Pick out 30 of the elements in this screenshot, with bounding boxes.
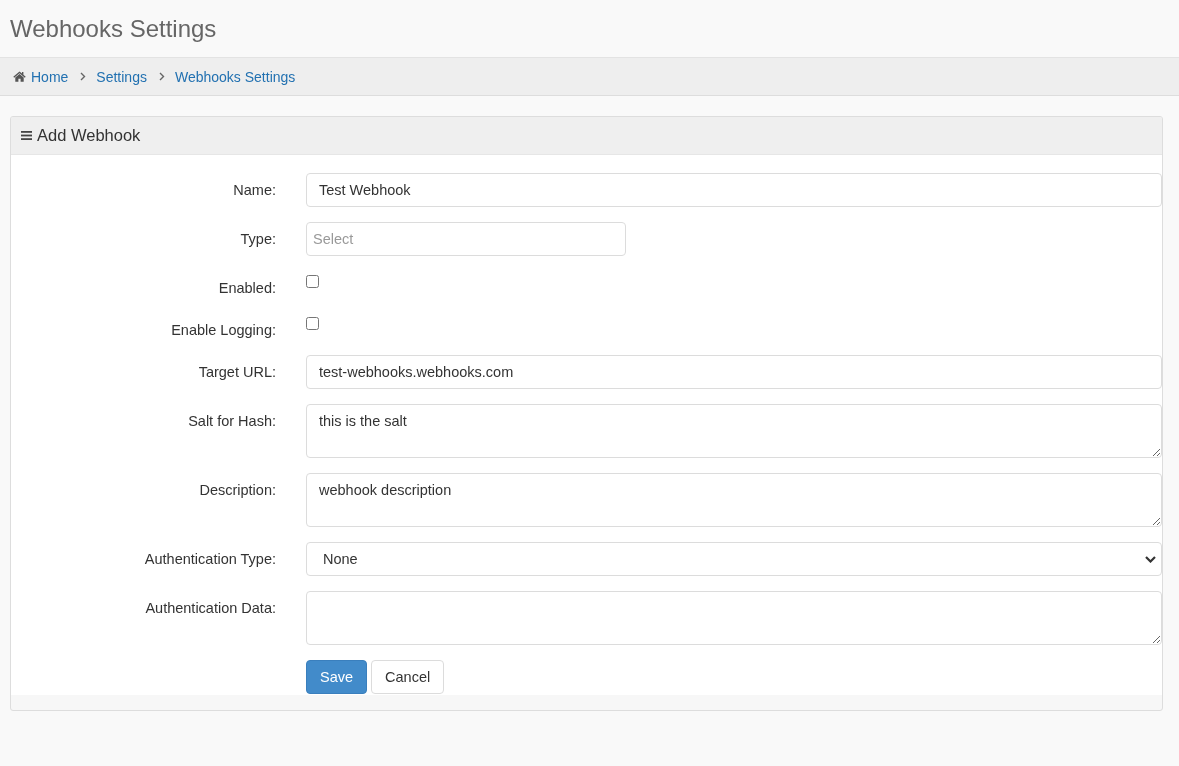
home-icon	[13, 71, 26, 82]
type-picker-field[interactable]: Select	[306, 222, 626, 256]
textarea-field[interactable]	[306, 591, 1162, 645]
field-label: Salt for Hash:	[188, 413, 276, 429]
field-label: Enable Logging:	[171, 322, 276, 338]
checkbox[interactable]	[306, 275, 319, 288]
save-button[interactable]: Save	[306, 660, 368, 694]
chevron-icon	[158, 72, 165, 81]
text-input[interactable]: Test Webhook	[306, 173, 1162, 207]
chevron-down-icon	[1145, 555, 1156, 563]
checkbox[interactable]	[306, 317, 319, 330]
breadcrumb-link[interactable]: Home	[13, 68, 69, 85]
text-input[interactable]: test-webhooks.webhooks.com	[306, 355, 1162, 389]
field-label: Description:	[199, 482, 276, 498]
textarea-field[interactable]: webhook description	[306, 473, 1162, 527]
dropdown[interactable]: None	[306, 542, 1162, 576]
field-label: Target URL:	[198, 364, 276, 380]
menu-icon	[21, 131, 32, 140]
field-label: Type:	[240, 231, 276, 247]
field-label: Name:	[233, 182, 276, 198]
breadcrumb-link[interactable]: Webhooks Settings	[174, 68, 296, 85]
field-label: Authentication Type:	[144, 551, 276, 567]
textarea-field[interactable]: this is the salt	[306, 404, 1162, 458]
chevron-icon	[80, 72, 87, 81]
field-label: Enabled:	[218, 280, 276, 296]
panel-title: Add Webhook	[37, 126, 141, 145]
field-label: Authentication Data:	[145, 600, 276, 616]
cancel-button[interactable]: Cancel	[371, 660, 445, 694]
page-title: Webhooks Settings	[10, 13, 217, 44]
breadcrumb-link[interactable]: Settings	[96, 68, 147, 85]
